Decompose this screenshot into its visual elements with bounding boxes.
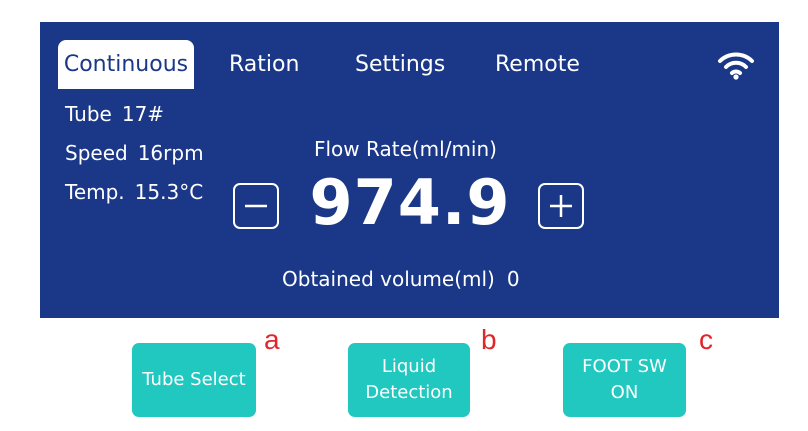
marker-c: c <box>699 324 713 355</box>
marker-a: a <box>264 324 280 355</box>
foot-switch-button[interactable]: FOOT SW ON <box>563 343 686 417</box>
minus-icon <box>245 204 267 208</box>
speed-info: Speed 16rpm <box>65 141 204 165</box>
tab-ration[interactable]: Ration <box>229 42 299 88</box>
volume-value: 0 <box>506 267 520 291</box>
plus-icon <box>550 195 572 217</box>
increment-button[interactable] <box>538 183 584 229</box>
tube-info: Tube 17# <box>65 102 164 126</box>
flow-rate-value: 974.9 <box>309 166 511 239</box>
marker-b: b <box>481 324 497 355</box>
tube-select-button[interactable]: Tube Select <box>132 343 256 417</box>
obtained-volume: Obtained volume(ml) 0 <box>282 267 520 291</box>
liquid-detection-label-line1: Liquid <box>381 356 437 377</box>
decrement-button[interactable] <box>233 183 279 229</box>
tube-select-label: Tube Select <box>142 369 246 390</box>
foot-switch-label-line1: FOOT SW <box>582 356 667 377</box>
temp-label: Temp. <box>65 180 125 204</box>
tube-label: Tube <box>65 102 112 126</box>
speed-value: 16rpm <box>137 141 204 165</box>
temp-value: 15.3°C <box>134 180 204 204</box>
temp-info: Temp. 15.3°C <box>65 180 203 204</box>
tab-settings[interactable]: Settings <box>355 42 445 88</box>
tube-value: 17# <box>121 102 165 126</box>
flow-rate-label: Flow Rate(ml/min) <box>314 137 497 161</box>
speed-label: Speed <box>65 141 128 165</box>
tab-remote[interactable]: Remote <box>495 42 580 88</box>
volume-label: Obtained volume(ml) <box>282 267 495 291</box>
tab-continuous[interactable]: Continuous <box>58 40 194 89</box>
liquid-detection-button[interactable]: Liquid Detection <box>348 343 470 417</box>
wifi-icon <box>717 50 755 80</box>
liquid-detection-label-line2: Detection <box>365 382 453 403</box>
foot-switch-label-line2: ON <box>610 382 639 403</box>
